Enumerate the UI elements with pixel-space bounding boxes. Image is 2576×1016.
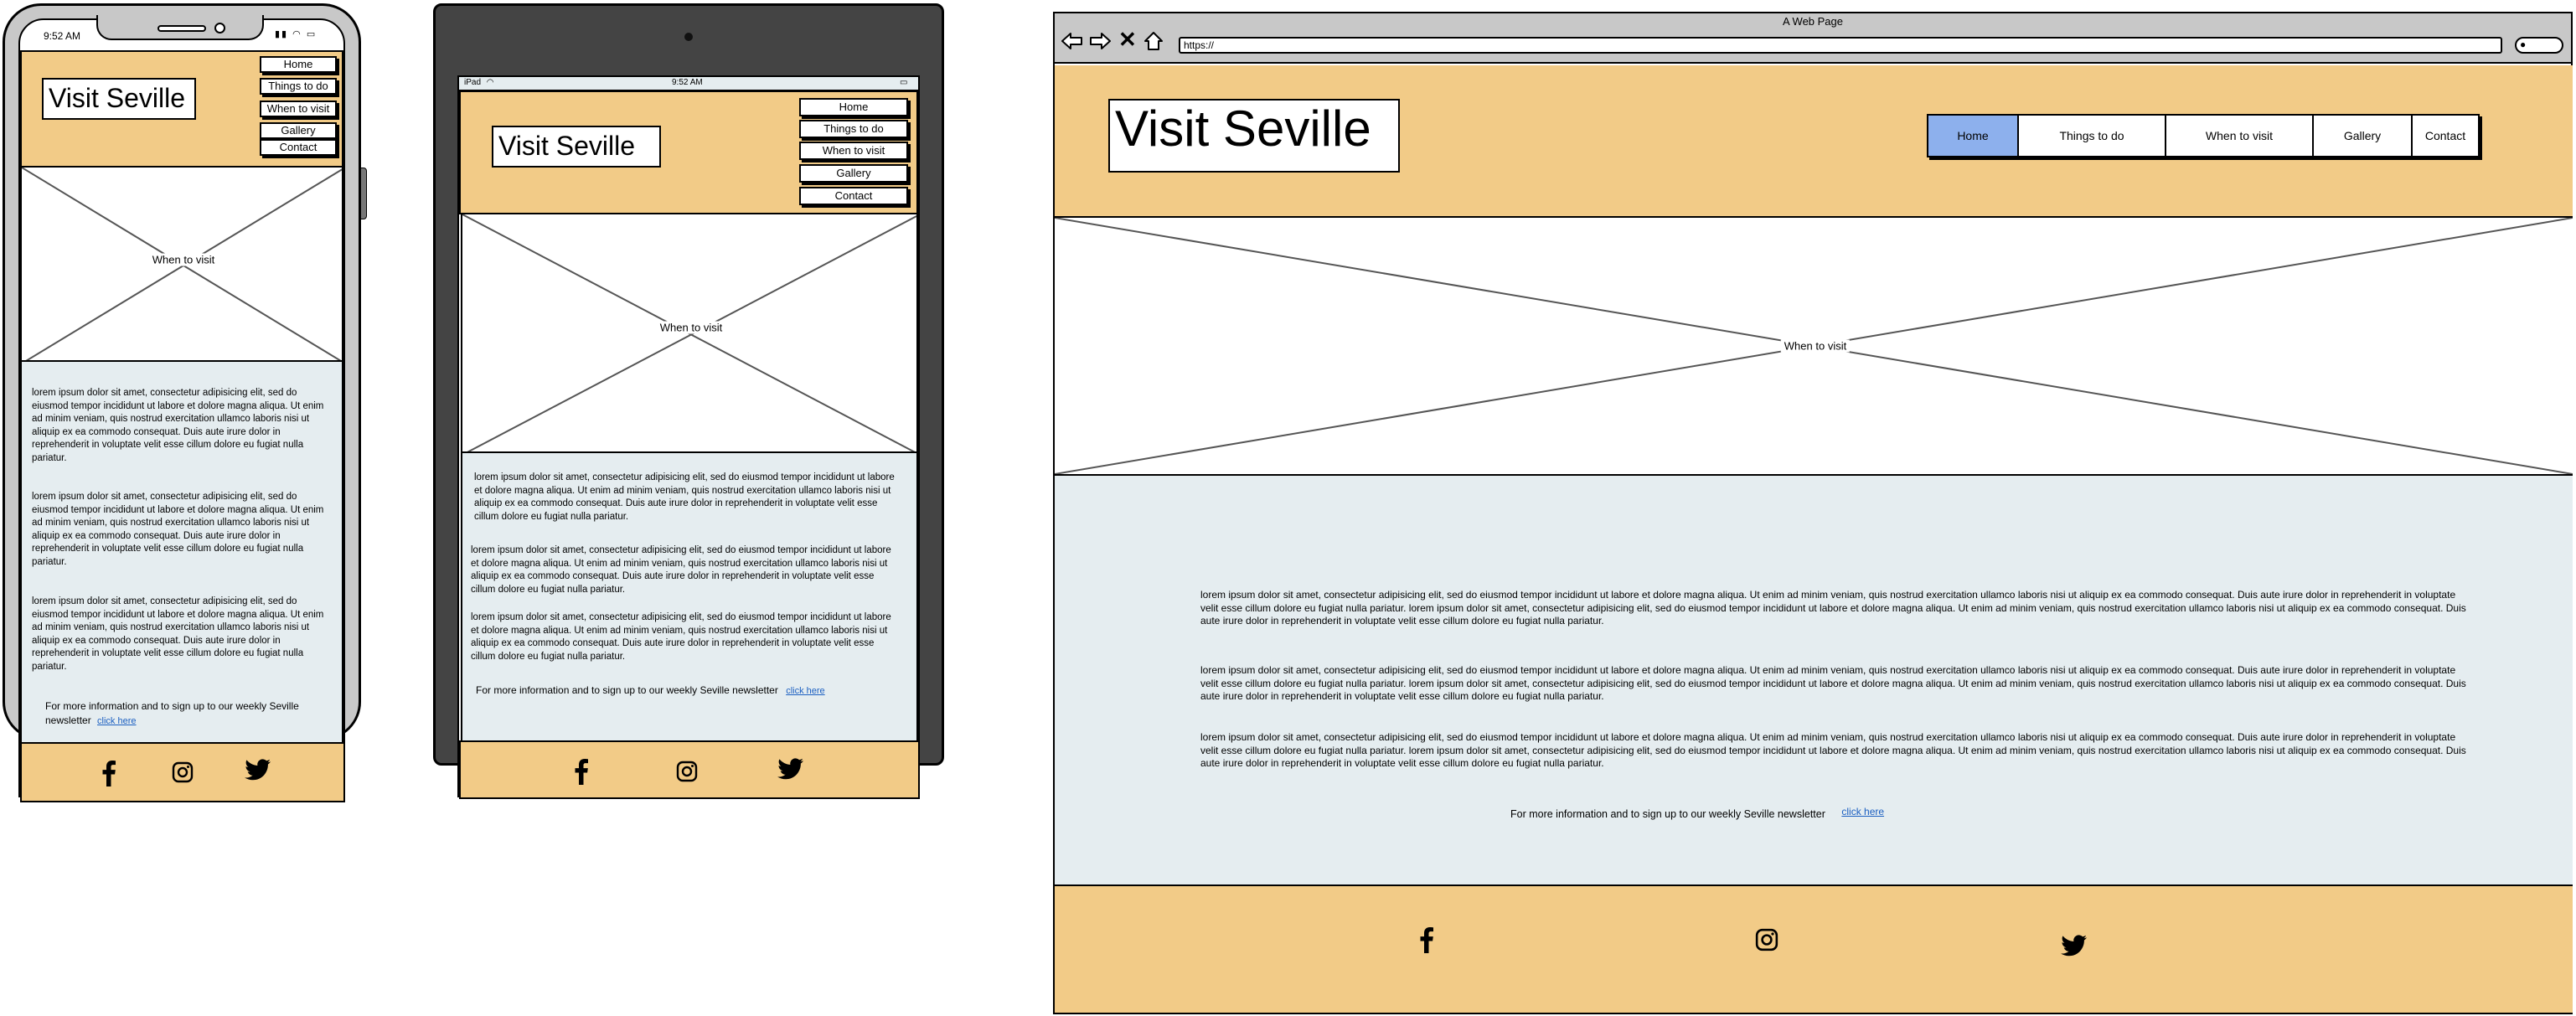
wifi-icon: ◠ — [486, 78, 494, 87]
desktop-hero-image: When to visit — [1055, 218, 2573, 476]
facebook-icon[interactable] — [574, 758, 589, 785]
browser-mockup: A Web Page ✕ https:// ● Visit Seville Ho… — [1051, 0, 2574, 1016]
phone-power-button — [360, 168, 367, 219]
tablet-newsletter-text: For more information and to sign up to o… — [476, 684, 778, 696]
phone-nav-contact[interactable]: Contact — [260, 139, 337, 156]
phone-nav-home[interactable]: Home — [260, 56, 337, 73]
phone-nav-gallery[interactable]: Gallery — [260, 122, 337, 139]
twitter-icon[interactable] — [245, 759, 271, 781]
desktop-paragraph-1: lorem ipsum dolor sit amet, consectetur … — [1200, 589, 2466, 627]
stop-icon[interactable]: ✕ — [1118, 28, 1137, 51]
back-icon[interactable] — [1061, 32, 1083, 50]
tablet-newsletter-link[interactable]: click here — [786, 686, 824, 696]
instagram-icon[interactable] — [172, 761, 194, 783]
phone-hero-label: When to visit — [148, 253, 219, 266]
phone-status-icons: ▮▮ ◠ ▭ — [275, 29, 317, 39]
tablet-camera — [684, 33, 693, 41]
forward-icon[interactable] — [1089, 32, 1111, 50]
tablet-hero-image: When to visit — [461, 213, 918, 453]
twitter-icon[interactable] — [777, 758, 804, 780]
tablet-nav-contact[interactable]: Contact — [799, 187, 908, 205]
tablet-site-logo[interactable]: Visit Seville — [492, 126, 661, 168]
phone-newsletter: For more information and to sign up to o… — [45, 699, 313, 729]
phone-paragraph-3: lorem ipsum dolor sit amet, consectetur … — [32, 596, 324, 672]
phone-site-logo[interactable]: Visit Seville — [42, 78, 196, 120]
desktop-nav-gallery[interactable]: Gallery — [2314, 116, 2413, 156]
battery-icon: ▭ — [900, 78, 908, 87]
facebook-icon[interactable] — [101, 760, 116, 786]
home-icon[interactable] — [1143, 31, 1164, 51]
desktop-paragraph-2: lorem ipsum dolor sit amet, consectetur … — [1200, 664, 2466, 702]
address-bar-url: https:// — [1184, 39, 1215, 51]
phone-hero-image: When to visit — [20, 166, 343, 362]
facebook-icon[interactable] — [1419, 926, 1434, 953]
phone-newsletter-text: For more information and to sign up to o… — [45, 700, 299, 726]
address-bar[interactable]: https:// — [1179, 37, 2502, 54]
desktop-nav: Home Things to do When to visit Gallery … — [1927, 114, 2480, 157]
instagram-icon[interactable] — [1755, 928, 1778, 952]
desktop-nav-home[interactable]: Home — [1928, 116, 2019, 156]
desktop-newsletter-link[interactable]: click here — [1841, 806, 1884, 817]
tablet-newsletter: For more information and to sign up to o… — [476, 683, 911, 699]
search-icon: ● — [2520, 39, 2527, 50]
phone-camera — [214, 23, 225, 34]
tablet-nav-gallery[interactable]: Gallery — [799, 164, 908, 183]
twitter-icon[interactable] — [2061, 935, 2088, 957]
hero-placeholder-cross — [462, 214, 916, 451]
tablet-hero-label: When to visit — [656, 321, 726, 334]
phone-nav-things-to-do[interactable]: Things to do — [260, 78, 337, 95]
tablet-status-device: iPad ◠ — [464, 78, 494, 87]
tablet-mockup: iPad ◠ 9:52 AM ▭ Visit Seville Home Thin… — [427, 0, 947, 812]
tablet-nav-when-to-visit[interactable]: When to visit — [799, 142, 908, 160]
phone-newsletter-link[interactable]: click here — [97, 716, 136, 726]
desktop-newsletter-text: For more information and to sign up to o… — [1510, 808, 1825, 820]
tablet-paragraph-2: lorem ipsum dolor sit amet, consectetur … — [471, 545, 891, 595]
phone-status-time: 9:52 AM — [44, 30, 81, 42]
desktop-nav-contact[interactable]: Contact — [2413, 116, 2478, 156]
desktop-newsletter: For more information and to sign up to o… — [1510, 806, 2147, 822]
desktop-footer — [1055, 886, 2573, 1014]
desktop-hero-label: When to visit — [1780, 339, 1851, 353]
phone-speaker — [157, 25, 206, 32]
phone-nav-when-to-visit[interactable]: When to visit — [260, 101, 337, 117]
phone-paragraph-2: lorem ipsum dolor sit amet, consectetur … — [32, 492, 324, 567]
tablet-nav-things-to-do[interactable]: Things to do — [799, 120, 908, 138]
tablet-device-label: iPad — [464, 78, 482, 87]
browser-window-title: A Web Page — [1782, 15, 1844, 28]
tablet-paragraph-3: lorem ipsum dolor sit amet, consectetur … — [471, 612, 891, 662]
desktop-site-logo[interactable]: Visit Seville — [1108, 99, 1400, 173]
browser-search-box[interactable]: ● — [2515, 37, 2563, 54]
desktop-nav-things-to-do[interactable]: Things to do — [2019, 116, 2166, 156]
tablet-nav-home[interactable]: Home — [799, 98, 908, 116]
phone-paragraph-1: lorem ipsum dolor sit amet, consectetur … — [32, 388, 324, 463]
instagram-icon[interactable] — [676, 761, 698, 782]
desktop-paragraph-3: lorem ipsum dolor sit amet, consectetur … — [1200, 731, 2466, 769]
tablet-paragraph-1: lorem ipsum dolor sit amet, consectetur … — [474, 472, 895, 522]
tablet-status-time: 9:52 AM — [672, 78, 703, 87]
phone-mockup: 9:52 AM ▮▮ ◠ ▭ Visit Seville Home Things… — [0, 0, 369, 812]
desktop-nav-when-to-visit[interactable]: When to visit — [2166, 116, 2314, 156]
